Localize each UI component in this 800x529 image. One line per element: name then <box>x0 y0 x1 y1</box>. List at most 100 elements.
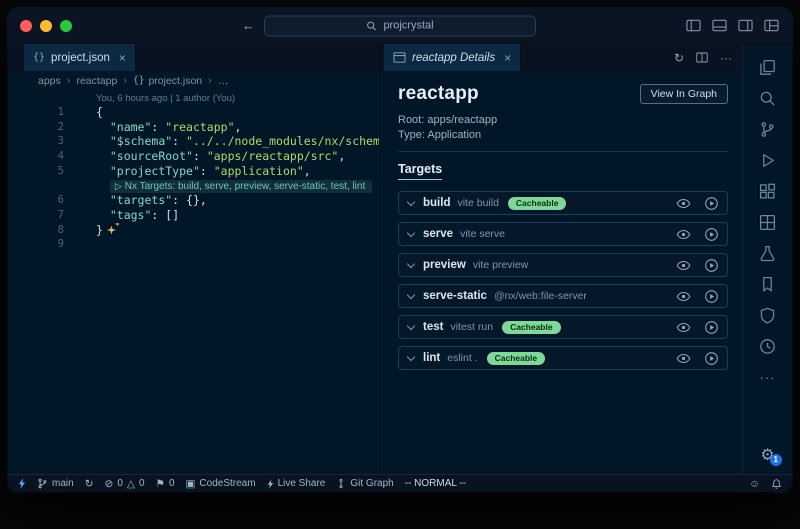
status-item-live-share[interactable]: Live Share <box>267 478 326 489</box>
status-item-sync[interactable]: ↻ <box>85 478 94 490</box>
play-icon <box>704 320 719 335</box>
code-line: 8} <box>8 223 379 238</box>
chevron-down-icon[interactable] <box>407 290 415 298</box>
command-center-search[interactable]: projcrystal <box>264 15 536 36</box>
run-target-button[interactable] <box>704 289 719 304</box>
eye-button[interactable] <box>676 227 691 242</box>
back-button[interactable]: ← <box>242 18 255 33</box>
activity-bar-item-history[interactable] <box>743 331 792 362</box>
run-target-button[interactable] <box>704 320 719 335</box>
gitlens-codelens[interactable]: You, 6 hours ago | 1 author (You) <box>96 92 379 105</box>
code-editor[interactable]: You, 6 hours ago | 1 author (You) 1{2 "n… <box>8 90 379 474</box>
code-line-content: { <box>64 105 379 120</box>
activity-bar-item-bookmark[interactable] <box>743 269 792 300</box>
target-row-test[interactable]: testvitest runCacheable <box>398 315 728 339</box>
sync-icon: ↻ <box>85 478 94 490</box>
status-item-git-branch[interactable]: main <box>37 478 74 489</box>
split-editor-button[interactable] <box>696 52 708 63</box>
breadcrumb-item-3[interactable]: … <box>218 75 229 87</box>
sparkle-icon[interactable] <box>107 224 120 236</box>
target-row-serve-static[interactable]: serve-static@nx/web:file-server <box>398 284 728 308</box>
customize-layout-icon[interactable] <box>764 19 779 32</box>
tab-title-project-json: project.json <box>51 52 110 64</box>
breadcrumb-item-0[interactable]: apps <box>38 75 61 87</box>
breadcrumb-item-2[interactable]: {}project.json <box>133 75 202 87</box>
code-line: 7 "tags": [] <box>8 208 379 223</box>
target-name: lint <box>423 352 440 364</box>
graph-icon <box>336 478 346 489</box>
view-in-graph-button[interactable]: View In Graph <box>640 84 728 104</box>
toggle-primary-sidebar-icon[interactable] <box>686 19 701 32</box>
close-tab-icon[interactable]: × <box>119 51 126 65</box>
target-row-serve[interactable]: servevite serve <box>398 222 728 246</box>
status-text: 0 <box>117 478 123 489</box>
chevron-down-icon[interactable] <box>407 352 415 360</box>
status-item-notifications[interactable] <box>771 478 782 490</box>
activity-bar-item-files[interactable] <box>743 52 792 83</box>
target-row-preview[interactable]: previewvite preview <box>398 253 728 277</box>
chevron-down-icon[interactable] <box>407 228 415 236</box>
status-item-codestream[interactable]: ▣CodeStream <box>186 478 256 490</box>
search-text: projcrystal <box>383 20 433 32</box>
activity-bar-item-beaker[interactable] <box>743 238 792 269</box>
close-tab-icon[interactable]: × <box>504 51 511 65</box>
run-target-button[interactable] <box>704 351 719 366</box>
tab-project-json[interactable]: {} project.json × <box>24 44 136 71</box>
token <box>96 134 110 148</box>
tab-reactapp-details[interactable]: reactapp Details × <box>384 44 521 71</box>
target-row-lint[interactable]: linteslint .Cacheable <box>398 346 728 370</box>
status-item-remote-indicator[interactable] <box>18 478 26 489</box>
activity-bar-item-extensions[interactable] <box>743 176 792 207</box>
activity-bar-item-run-debug[interactable] <box>743 145 792 176</box>
zoom-window-button[interactable] <box>60 20 72 32</box>
activity-bar-item-search[interactable] <box>743 83 792 114</box>
grid-icon <box>759 214 776 231</box>
breadcrumb-item-1[interactable]: reactapp <box>76 75 117 87</box>
manage-button[interactable]: ⚙ 1 <box>760 445 774 465</box>
toggle-panel-icon[interactable] <box>712 19 727 32</box>
status-item-problems[interactable]: ⊘0△0 <box>105 478 145 490</box>
more-icon: ··· <box>760 370 776 385</box>
square-icon: ▣ <box>186 478 196 490</box>
titlebar: ← → projcrystal <box>8 8 792 44</box>
play-icon <box>704 258 719 273</box>
token: : <box>172 193 186 207</box>
token: "sourceRoot" <box>110 149 193 163</box>
activity-bar-item-more[interactable]: ··· <box>743 362 792 393</box>
more-actions-button[interactable]: ··· <box>720 51 732 65</box>
status-item-flag-counter[interactable]: ⚑0 <box>156 478 175 490</box>
chevron-down-icon[interactable] <box>407 259 415 267</box>
breadcrumb-label: … <box>218 75 229 87</box>
chevron-down-icon[interactable] <box>407 197 415 205</box>
run-target-button[interactable] <box>704 227 719 242</box>
token: "reactapp" <box>165 120 234 134</box>
toggle-secondary-sidebar-icon[interactable] <box>738 19 753 32</box>
project-title: reactapp <box>398 83 479 105</box>
run-target-button[interactable] <box>704 258 719 273</box>
inlay-text: Nx Targets: build, serve, preview, serve… <box>125 181 365 192</box>
eye-button[interactable] <box>676 258 691 273</box>
status-item-git-graph[interactable]: Git Graph <box>336 478 393 489</box>
details-preview-icon <box>393 52 406 63</box>
chevron-down-icon[interactable] <box>407 321 415 329</box>
branch-icon <box>37 478 48 489</box>
code-line-content: "projectType": "application", <box>64 164 379 179</box>
token: , <box>338 149 345 163</box>
eye-button[interactable] <box>676 196 691 211</box>
activity-bar-item-shield[interactable] <box>743 300 792 331</box>
nx-targets-inlay-hint[interactable]: ▷Nx Targets: build, serve, preview, serv… <box>110 180 372 193</box>
run-target-button[interactable] <box>704 196 719 211</box>
activity-bar-item-source-control[interactable] <box>743 114 792 145</box>
eye-button[interactable] <box>676 289 691 304</box>
minimize-window-button[interactable] <box>40 20 52 32</box>
activity-bar-item-grid[interactable] <box>743 207 792 238</box>
eye-button[interactable] <box>676 351 691 366</box>
eye-button[interactable] <box>676 320 691 335</box>
refresh-button[interactable]: ↻ <box>674 51 684 65</box>
target-row-build[interactable]: buildvite buildCacheable <box>398 191 728 215</box>
close-window-button[interactable] <box>20 20 32 32</box>
token <box>96 193 110 207</box>
extensions-icon <box>759 183 776 200</box>
status-item-feedback[interactable]: ☺ <box>749 478 760 490</box>
status-item-vim-mode[interactable]: -- NORMAL -- <box>405 478 466 489</box>
